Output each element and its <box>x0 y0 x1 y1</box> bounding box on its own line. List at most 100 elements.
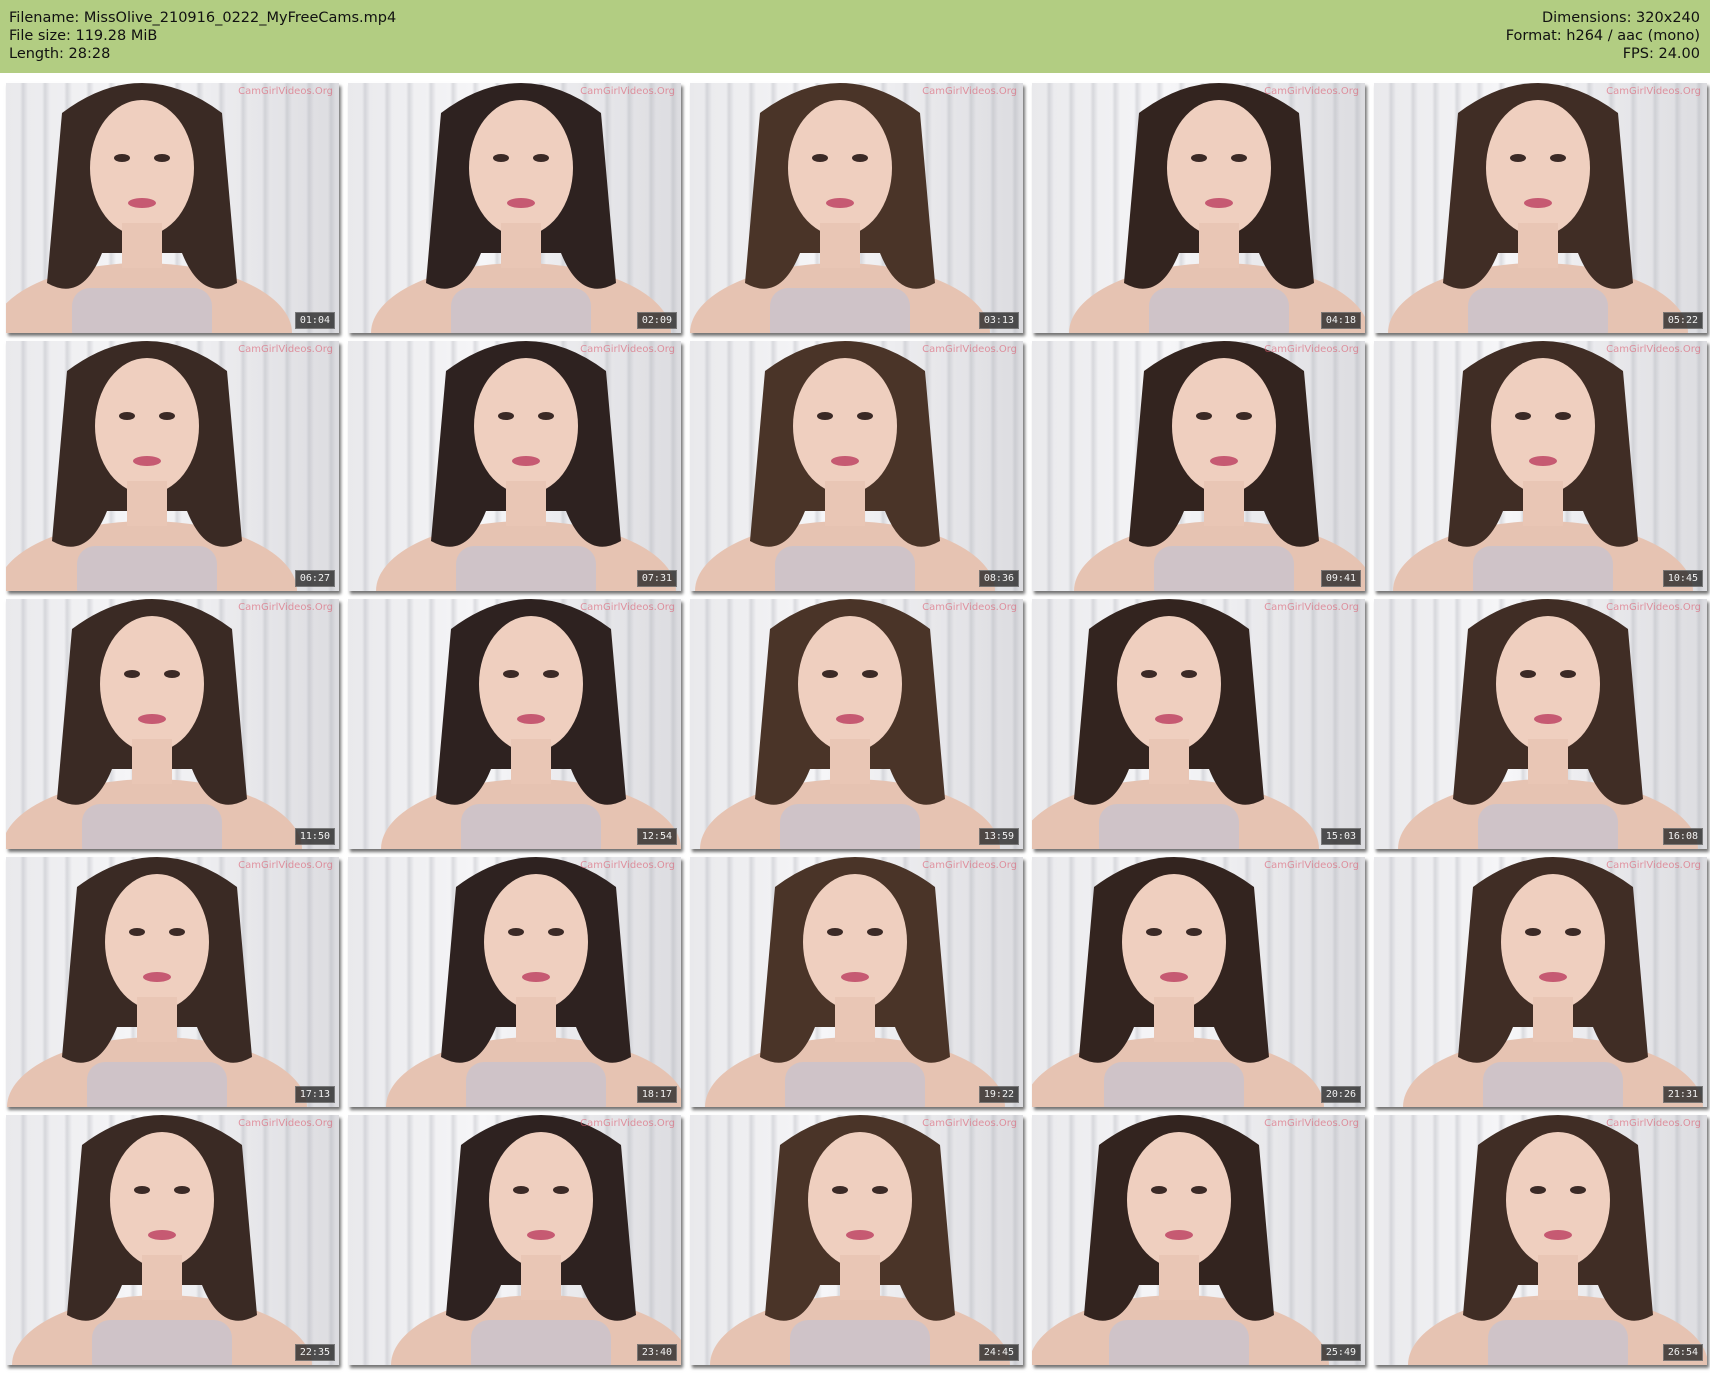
watermark-text: CamGirlVideos.Org <box>1264 86 1359 97</box>
watermark-text: CamGirlVideos.Org <box>238 344 333 355</box>
frame-timestamp: 26:54 <box>1662 1344 1703 1361</box>
frame-figure-illustration <box>1069 83 1365 333</box>
watermark-text: CamGirlVideos.Org <box>922 860 1017 871</box>
frame-figure-illustration <box>381 599 681 849</box>
watermark-text: CamGirlVideos.Org <box>922 602 1017 613</box>
frame-figure-illustration <box>1388 83 1688 333</box>
frame-figure-illustration <box>690 83 990 333</box>
watermark-text: CamGirlVideos.Org <box>1606 344 1701 355</box>
frame-timestamp: 13:59 <box>978 828 1019 845</box>
video-frame-thumbnail: CamGirlVideos.Org 21:31 <box>1374 857 1707 1107</box>
video-frame-thumbnail: CamGirlVideos.Org 24:45 <box>690 1115 1023 1365</box>
frame-figure-illustration <box>1032 599 1319 849</box>
video-frame-thumbnail: CamGirlVideos.Org 26:54 <box>1374 1115 1707 1365</box>
frame-figure-illustration <box>1398 599 1698 849</box>
watermark-text: CamGirlVideos.Org <box>238 1118 333 1129</box>
frame-timestamp: 10:45 <box>1662 570 1703 587</box>
watermark-text: CamGirlVideos.Org <box>1606 86 1701 97</box>
thumbnail-grid: CamGirlVideos.Org 01:04 CamGirlVideos.Org 0… <box>0 73 1710 1373</box>
frame-figure-illustration <box>1074 341 1365 591</box>
frame-timestamp: 15:03 <box>1320 828 1361 845</box>
frame-timestamp: 02:09 <box>636 312 677 329</box>
frame-timestamp: 17:13 <box>294 1086 335 1103</box>
video-frame-thumbnail: CamGirlVideos.Org 12:54 <box>348 599 681 849</box>
frame-figure-illustration <box>376 341 676 591</box>
frame-timestamp: 06:27 <box>294 570 335 587</box>
watermark-text: CamGirlVideos.Org <box>238 860 333 871</box>
video-frame-thumbnail: CamGirlVideos.Org 15:03 <box>1032 599 1365 849</box>
video-frame-thumbnail: CamGirlVideos.Org 18:17 <box>348 857 681 1107</box>
video-frame-thumbnail: CamGirlVideos.Org 02:09 <box>348 83 681 333</box>
frame-timestamp: 24:45 <box>978 1344 1019 1361</box>
header-right-info: Dimensions: 320x240 Format: h264 / aac (… <box>1506 9 1700 63</box>
watermark-text: CamGirlVideos.Org <box>1264 344 1359 355</box>
frame-figure-illustration <box>7 857 307 1107</box>
video-frame-thumbnail: CamGirlVideos.Org 07:31 <box>348 341 681 591</box>
frame-figure-illustration <box>1393 341 1693 591</box>
frame-timestamp: 22:35 <box>294 1344 335 1361</box>
video-frame-thumbnail: CamGirlVideos.Org 13:59 <box>690 599 1023 849</box>
frame-timestamp: 11:50 <box>294 828 335 845</box>
watermark-text: CamGirlVideos.Org <box>238 86 333 97</box>
frame-figure-illustration <box>386 857 681 1107</box>
frame-timestamp: 05:22 <box>1662 312 1703 329</box>
frame-figure-illustration <box>12 1115 312 1365</box>
info-header: Filename: MissOlive_210916_0222_MyFreeCa… <box>0 0 1710 73</box>
frame-figure-illustration <box>1032 857 1324 1107</box>
watermark-text: CamGirlVideos.Org <box>580 86 675 97</box>
video-frame-thumbnail: CamGirlVideos.Org 17:13 <box>6 857 339 1107</box>
watermark-text: CamGirlVideos.Org <box>1606 860 1701 871</box>
frame-timestamp: 04:18 <box>1320 312 1361 329</box>
video-frame-thumbnail: CamGirlVideos.Org 19:22 <box>690 857 1023 1107</box>
frame-figure-illustration <box>6 599 302 849</box>
frame-figure-illustration <box>1032 1115 1329 1365</box>
frame-timestamp: 21:31 <box>1662 1086 1703 1103</box>
frame-figure-illustration <box>391 1115 681 1365</box>
filesize-label: File size: 119.28 MiB <box>9 28 158 44</box>
frame-figure-illustration <box>1403 857 1703 1107</box>
length-label: Length: 28:28 <box>9 46 111 62</box>
video-frame-thumbnail: CamGirlVideos.Org 10:45 <box>1374 341 1707 591</box>
frame-figure-illustration <box>1408 1115 1707 1365</box>
frame-timestamp: 19:22 <box>978 1086 1019 1103</box>
watermark-text: CamGirlVideos.Org <box>1264 602 1359 613</box>
watermark-text: CamGirlVideos.Org <box>1264 860 1359 871</box>
video-frame-thumbnail: CamGirlVideos.Org 16:08 <box>1374 599 1707 849</box>
video-frame-thumbnail: CamGirlVideos.Org 23:40 <box>348 1115 681 1365</box>
watermark-text: CamGirlVideos.Org <box>580 860 675 871</box>
video-frame-thumbnail: CamGirlVideos.Org 05:22 <box>1374 83 1707 333</box>
filename-label: Filename: MissOlive_210916_0222_MyFreeCa… <box>9 10 397 26</box>
video-frame-thumbnail: CamGirlVideos.Org 22:35 <box>6 1115 339 1365</box>
frame-timestamp: 07:31 <box>636 570 677 587</box>
frame-figure-illustration <box>705 857 1005 1107</box>
watermark-text: CamGirlVideos.Org <box>580 602 675 613</box>
frame-figure-illustration <box>700 599 1000 849</box>
frame-figure-illustration <box>710 1115 1010 1365</box>
video-frame-thumbnail: CamGirlVideos.Org 03:13 <box>690 83 1023 333</box>
frame-timestamp: 18:17 <box>636 1086 677 1103</box>
format-label: Format: h264 / aac (mono) <box>1505 28 1700 44</box>
watermark-text: CamGirlVideos.Org <box>922 86 1017 97</box>
watermark-text: CamGirlVideos.Org <box>1606 1118 1701 1129</box>
frame-timestamp: 08:36 <box>978 570 1019 587</box>
frame-figure-illustration <box>371 83 671 333</box>
dimensions-label: Dimensions: 320x240 <box>1541 10 1700 26</box>
frame-timestamp: 01:04 <box>294 312 335 329</box>
frame-timestamp: 03:13 <box>978 312 1019 329</box>
video-frame-thumbnail: CamGirlVideos.Org 01:04 <box>6 83 339 333</box>
header-left-info: Filename: MissOlive_210916_0222_MyFreeCa… <box>9 9 396 63</box>
video-frame-thumbnail: CamGirlVideos.Org 20:26 <box>1032 857 1365 1107</box>
frame-figure-illustration <box>6 83 292 333</box>
watermark-text: CamGirlVideos.Org <box>238 602 333 613</box>
video-frame-thumbnail: CamGirlVideos.Org 08:36 <box>690 341 1023 591</box>
frame-timestamp: 23:40 <box>636 1344 677 1361</box>
frame-timestamp: 16:08 <box>1662 828 1703 845</box>
video-frame-thumbnail: CamGirlVideos.Org 06:27 <box>6 341 339 591</box>
frame-timestamp: 09:41 <box>1320 570 1361 587</box>
frame-figure-illustration <box>695 341 995 591</box>
watermark-text: CamGirlVideos.Org <box>922 344 1017 355</box>
watermark-text: CamGirlVideos.Org <box>1606 602 1701 613</box>
frame-figure-illustration <box>6 341 297 591</box>
watermark-text: CamGirlVideos.Org <box>922 1118 1017 1129</box>
video-frame-thumbnail: CamGirlVideos.Org 09:41 <box>1032 341 1365 591</box>
